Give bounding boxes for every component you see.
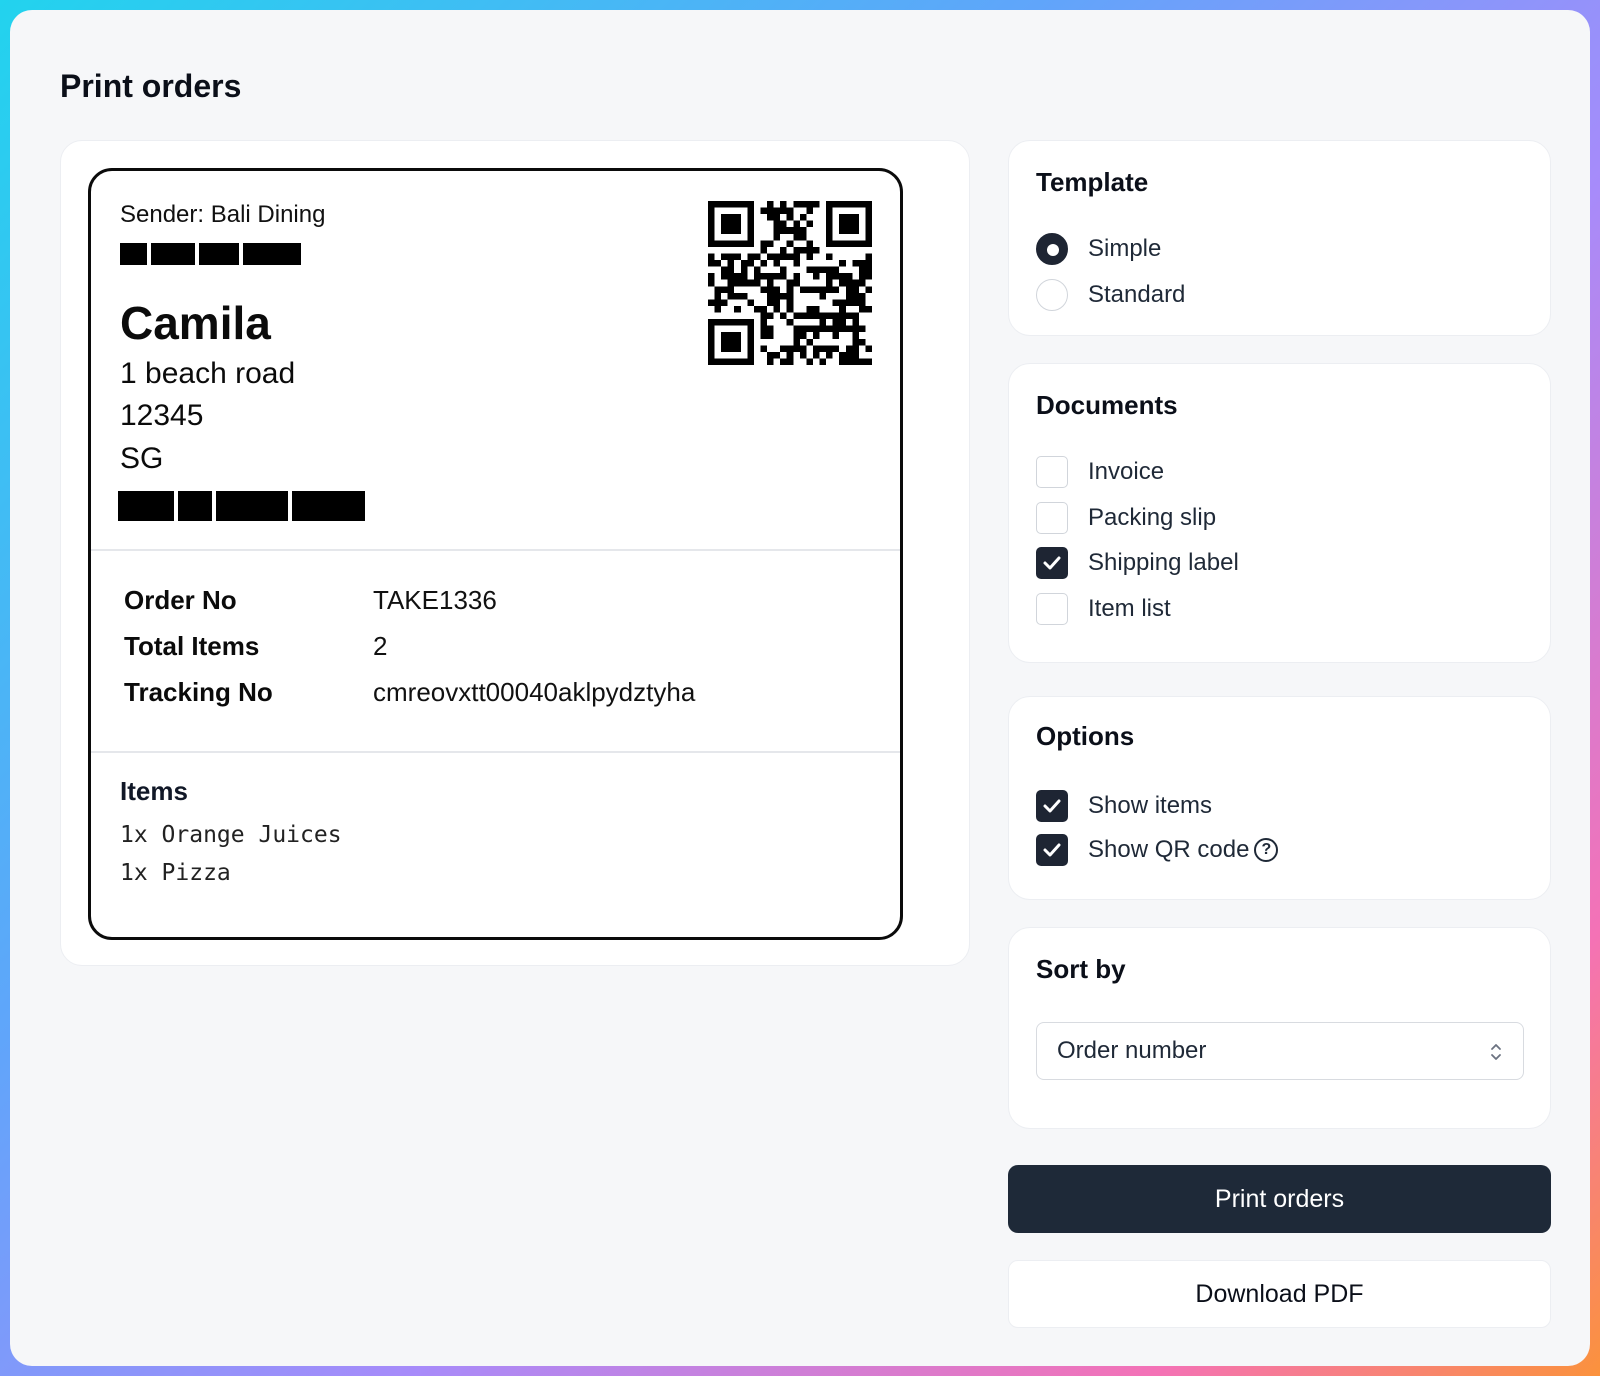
option-label: Invoice <box>1088 458 1165 485</box>
address-line-3: SG <box>120 442 164 475</box>
download-pdf-button[interactable]: Download PDF <box>1008 1260 1551 1328</box>
checkbox[interactable] <box>1036 593 1068 625</box>
option-label: Shipping label <box>1088 549 1239 576</box>
redacted-barcode-bottom <box>118 491 365 521</box>
checkmark-icon <box>1043 843 1061 857</box>
shipping-label: Sender: Bali Dining Camila 1 beach road … <box>88 168 903 940</box>
question-circle-icon[interactable]: ? <box>1254 838 1279 862</box>
checkmark-icon <box>1043 556 1061 570</box>
sort-select[interactable]: Order number <box>1036 1022 1524 1080</box>
template-option-simple[interactable]: Simple <box>1036 233 1161 265</box>
label-header: Sender: Bali Dining Camila 1 beach road … <box>91 171 900 549</box>
checkbox[interactable] <box>1036 456 1068 488</box>
address-line-2: 12345 <box>120 399 204 432</box>
info-value: cmreovxtt00040aklpydztyha <box>373 677 696 707</box>
info-value: TAKE1336 <box>373 585 497 615</box>
template-title: Template <box>1036 167 1149 197</box>
items-heading: Items <box>120 776 188 806</box>
options-panel: Options Show items Show QR code ? <box>1008 696 1551 900</box>
tracking-number-row: Tracking No cmreovxtt00040aklpydztyha <box>124 677 695 708</box>
redacted-barcode-top <box>120 243 301 265</box>
address-line-1: 1 beach road <box>120 357 296 390</box>
list-item: 1x Orange Juices <box>120 822 342 848</box>
order-number-row: Order No TAKE1336 <box>124 585 497 616</box>
option-label: Item list <box>1088 595 1171 622</box>
sender-text: Sender: Bali Dining <box>120 201 326 228</box>
page-title: Print orders <box>60 68 242 104</box>
checkmark-icon <box>1043 799 1061 813</box>
documents-panel: Documents Invoice Packing slip Shipping … <box>1008 363 1551 663</box>
info-key: Total Items <box>124 631 260 661</box>
sort-panel: Sort by Order number <box>1008 927 1551 1129</box>
sort-select-value: Order number <box>1057 1037 1207 1064</box>
radio-selected[interactable] <box>1036 233 1068 265</box>
document-option-packing-slip[interactable]: Packing slip <box>1036 502 1216 534</box>
qr-code-icon <box>708 201 872 365</box>
info-key: Tracking No <box>124 677 273 707</box>
option-show-qr-code[interactable]: Show QR code ? <box>1036 834 1279 866</box>
info-value: 2 <box>373 631 388 661</box>
radio-unselected[interactable] <box>1036 279 1068 311</box>
option-label: Show items <box>1088 792 1213 819</box>
checkbox-checked[interactable] <box>1036 547 1068 579</box>
label-divider <box>91 549 900 551</box>
info-key: Order No <box>124 585 237 615</box>
template-panel: Template Simple Standard <box>1008 140 1551 336</box>
options-title: Options <box>1036 721 1135 751</box>
checkbox[interactable] <box>1036 502 1068 534</box>
option-label: Packing slip <box>1088 504 1217 531</box>
app-window: Print orders Sender: Bali Dining Camila … <box>10 10 1590 1366</box>
label-preview-card: Sender: Bali Dining Camila 1 beach road … <box>60 140 970 966</box>
recipient-name: Camila <box>120 297 271 349</box>
print-orders-button[interactable]: Print orders <box>1008 1165 1551 1233</box>
total-items-row: Total Items 2 <box>124 631 387 662</box>
document-option-shipping-label[interactable]: Shipping label <box>1036 547 1239 579</box>
chevron-up-down-icon <box>1491 1044 1501 1060</box>
document-option-invoice[interactable]: Invoice <box>1036 456 1164 488</box>
option-label: Simple <box>1088 235 1162 262</box>
documents-title: Documents <box>1036 390 1178 420</box>
document-option-item-list[interactable]: Item list <box>1036 593 1171 625</box>
option-label: Standard <box>1088 281 1186 308</box>
option-label: Show QR code <box>1088 836 1250 863</box>
checkbox-checked[interactable] <box>1036 834 1068 866</box>
option-show-items[interactable]: Show items <box>1036 790 1212 822</box>
list-item: 1x Pizza <box>120 860 231 886</box>
template-option-standard[interactable]: Standard <box>1036 279 1185 311</box>
label-divider <box>91 751 900 753</box>
checkbox-checked[interactable] <box>1036 790 1068 822</box>
sort-title: Sort by <box>1036 954 1126 984</box>
